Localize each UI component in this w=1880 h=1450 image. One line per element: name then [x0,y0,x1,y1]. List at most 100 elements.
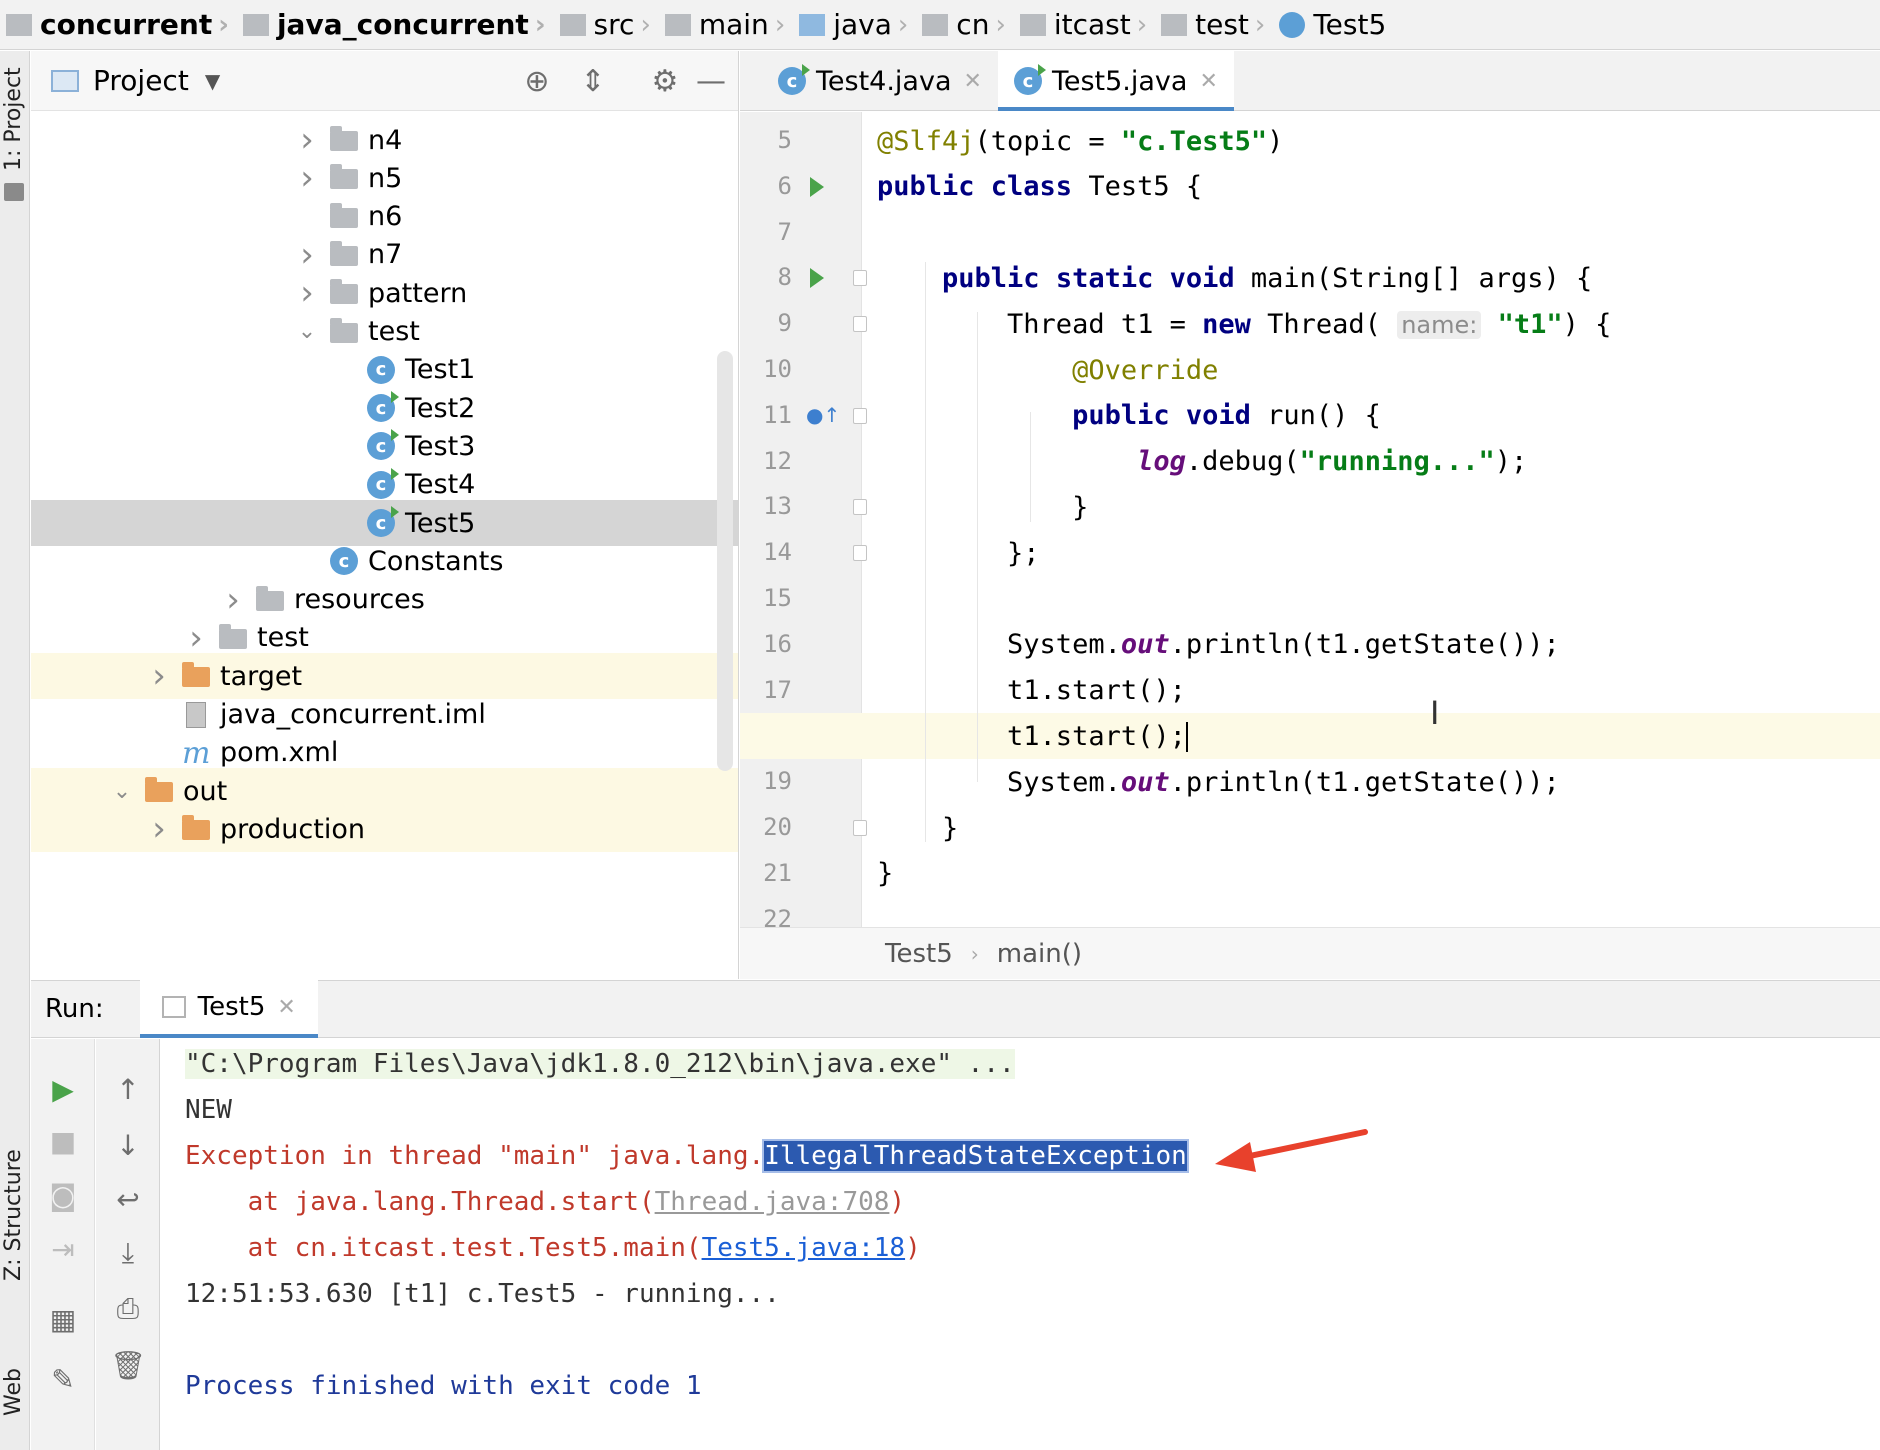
editor-tab[interactable]: c Test5.java ✕ [997,51,1234,111]
arrow-down-icon[interactable]: ↓ [108,1125,148,1165]
breadcrumb-class[interactable]: Test5 [885,939,953,969]
code-line[interactable] [740,576,1880,622]
layout-icon[interactable]: ▦ [43,1299,83,1339]
console-output[interactable]: "C:\Program Files\Java\jdk1.8.0_212\bin\… [161,1039,1880,1450]
rerun-icon[interactable]: ▶ [43,1069,83,1109]
code-line[interactable]: @Slf4j(topic = "c.Test5") [740,118,1880,164]
code-line[interactable]: }; [740,530,1880,576]
pin-icon[interactable]: ✎ [43,1359,83,1399]
folder-icon [922,13,949,36]
breadcrumb-item[interactable]: Test5 [1279,8,1386,41]
code-line[interactable]: } [740,484,1880,530]
folder-icon [330,279,360,306]
code-text: }; [877,537,1040,569]
text-cursor-icon: I [1430,694,1440,732]
locate-icon[interactable]: ⊕ [521,64,553,99]
annotation-arrow [1215,1129,1368,1172]
code-line[interactable]: } [740,851,1880,897]
stop-icon[interactable]: ■ [43,1121,83,1161]
code-line[interactable]: public void run() { [740,393,1880,439]
breadcrumb-item[interactable]: java › [799,8,916,41]
code-text: public void run() { [1072,400,1381,432]
breadcrumb-item[interactable]: src › [559,8,659,41]
camera-icon[interactable]: ◙ [43,1175,83,1215]
code-line[interactable]: Thread t1 = new Thread( name: "t1") { [740,301,1880,347]
code-line[interactable]: log.debug("running..."); [740,439,1880,485]
chevron-right-icon: › [218,9,229,40]
chevron-right-icon[interactable]: › [181,618,211,658]
code-line[interactable]: t1.start(); [740,668,1880,714]
stack-link[interactable]: Thread.java:708 [655,1187,890,1217]
code-text: public static void main(String[] args) { [942,262,1593,294]
code-line[interactable]: public static void main(String[] args) { [740,255,1880,301]
project-tool-window-button[interactable]: 1: Project [1,67,26,171]
java-class-icon: c [367,391,399,423]
chevron-right-icon[interactable]: › [144,656,174,696]
code-editor[interactable]: 567891011●↑1213141516171819202122 @Slf4j… [740,112,1880,927]
web-tool-window-button[interactable]: Web [1,1368,26,1416]
code-line[interactable]: public class Test5 { [740,164,1880,210]
chevron-down-icon[interactable]: ⌄ [292,319,322,344]
left-tool-strip: 1: Project Z: Structure Web [0,51,30,1450]
arrow-up-icon[interactable]: ↑ [108,1069,148,1109]
trash-icon[interactable]: 🗑 [108,1345,148,1385]
exit-icon[interactable]: ⇥ [43,1229,83,1269]
chevron-right-icon[interactable]: › [218,580,248,620]
chevron-right-icon[interactable]: › [292,273,322,313]
chevron-right-icon[interactable]: › [292,158,322,198]
console-stack-line: at java.lang.Thread.start(Thread.java:70… [185,1187,906,1217]
code-line[interactable] [740,210,1880,256]
editor-tab[interactable]: c Test4.java ✕ [762,51,998,111]
close-icon[interactable]: ✕ [964,69,982,94]
tree-item-label: Test2 [405,392,476,424]
run-panel-label: Run: [45,994,104,1024]
code-line[interactable]: System.out.println(t1.getState()); [740,622,1880,668]
chevron-down-icon[interactable]: ▼ [205,69,220,93]
collapse-all-icon[interactable]: ⇕ [577,64,609,99]
chevron-right-icon[interactable]: › [292,235,322,275]
tree-item-label: n7 [368,239,403,271]
code-line[interactable]: } [740,805,1880,851]
chevron-right-icon[interactable]: › [292,120,322,160]
breadcrumb-item[interactable]: test › [1161,8,1273,41]
soft-wrap-icon[interactable]: ↩ [108,1179,148,1219]
breadcrumb-item[interactable]: itcast › [1019,8,1155,41]
stack-link[interactable]: Test5.java:18 [702,1233,906,1263]
code-text: } [877,858,894,890]
gear-icon[interactable]: ⚙ [649,64,681,99]
run-tab[interactable]: Test5 ✕ [139,980,318,1038]
print-icon[interactable]: ⎙ [108,1289,148,1329]
tab-label: Test4.java [816,65,952,97]
breadcrumb-item[interactable]: main › [664,8,793,41]
run-tab-label: Test5 [197,992,266,1022]
tree-item[interactable]: › production [31,806,738,853]
code-line[interactable]: @Override [740,347,1880,393]
breadcrumb-item[interactable]: java_concurrent › [242,8,554,41]
selected-exception-name[interactable]: IllegalThreadStateException [762,1139,1189,1173]
breadcrumb-label: cn [956,8,990,41]
class-icon [1279,11,1306,38]
folder-icon [559,13,586,36]
project-scrollbar[interactable] [717,351,733,771]
scroll-to-end-icon[interactable]: ⤓ [108,1233,148,1273]
code-line[interactable]: System.out.println(t1.getState()); [740,759,1880,805]
console-line: NEW [185,1095,232,1125]
hide-panel-icon[interactable]: — [695,64,727,99]
breadcrumb-item[interactable]: concurrent › [6,8,237,41]
structure-tool-window-button[interactable]: Z: Structure [1,1149,26,1281]
chevron-right-icon[interactable]: › [144,809,174,849]
folder-icon [6,13,32,36]
java-class-icon: c [367,467,399,499]
code-line[interactable] [740,897,1880,927]
breadcrumb-method[interactable]: main() [997,939,1082,969]
project-view-selector[interactable]: Project [93,64,189,97]
code-line[interactable]: t1.start(); [740,713,1880,760]
close-icon[interactable]: ✕ [1199,69,1217,94]
folder-icon [4,183,24,201]
breadcrumb-item[interactable]: cn › [922,8,1014,41]
close-icon[interactable]: ✕ [277,995,295,1020]
tree-item-label: n4 [368,124,403,156]
chevron-right-icon: › [534,9,546,40]
project-panel: Project ▼ ⊕ ⇕ ⚙ — › n4 › n5 n6 › n7 › pattern ⌄ te… [31,51,739,979]
chevron-down-icon[interactable]: ⌄ [107,779,137,804]
